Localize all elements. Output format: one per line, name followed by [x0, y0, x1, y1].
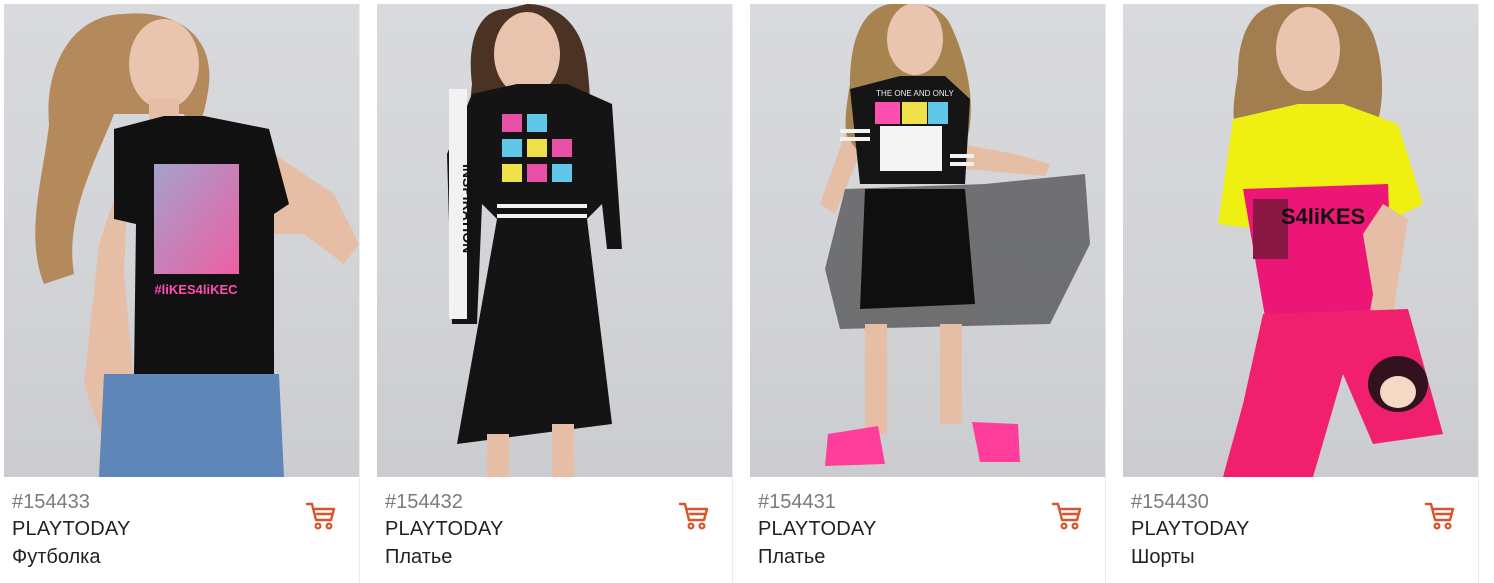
product-name[interactable]: Футболка [12, 543, 351, 571]
product-info: #154431 PLAYTODAY Платье [750, 477, 1105, 583]
product-sku: #154431 [758, 491, 836, 513]
product-card[interactable]: S4liKES #154430 PLAYTODAY Шорты [1123, 4, 1479, 583]
product-info: #154430 PLAYTODAY Шорты [1123, 477, 1478, 583]
shopping-cart-icon[interactable] [1051, 501, 1083, 531]
product-image[interactable]: S4liKES [1123, 4, 1478, 477]
product-card[interactable]: THE ONE AND ONLY #154431 PLAYTODAY Плать… [750, 4, 1106, 583]
product-sku: #154430 [1131, 491, 1209, 513]
product-image[interactable]: THE ONE AND ONLY [750, 4, 1105, 477]
product-brand[interactable]: PLAYTODAY [12, 515, 351, 543]
shopping-cart-icon[interactable] [305, 501, 337, 531]
print-text: #liKES4liKEC [154, 282, 238, 297]
product-grid: #liKES4liKEC #154433 PLAYTODAY Футболка [4, 4, 1480, 583]
product-image[interactable]: #liKES4liKEC [4, 4, 359, 477]
product-brand[interactable]: PLAYTODAY [758, 515, 1097, 543]
product-name[interactable]: Платье [758, 543, 1097, 571]
product-info: #154433 PLAYTODAY Футболка [4, 477, 359, 583]
print-text: INSPIRATION [460, 164, 476, 253]
product-name[interactable]: Платье [385, 543, 724, 571]
product-card[interactable]: INSPIRATION #154432 PLAYTODAY Платье [377, 4, 733, 583]
product-sku: #154432 [385, 491, 463, 513]
print-text: THE ONE AND ONLY [876, 89, 954, 98]
print-text: S4liKES [1281, 204, 1365, 229]
product-image[interactable]: INSPIRATION [377, 4, 732, 477]
product-info: #154432 PLAYTODAY Платье [377, 477, 732, 583]
shopping-cart-icon[interactable] [678, 501, 710, 531]
product-sku: #154433 [12, 491, 90, 513]
product-brand[interactable]: PLAYTODAY [385, 515, 724, 543]
product-brand[interactable]: PLAYTODAY [1131, 515, 1470, 543]
shopping-cart-icon[interactable] [1424, 501, 1456, 531]
product-name[interactable]: Шорты [1131, 543, 1470, 571]
product-card[interactable]: #liKES4liKEC #154433 PLAYTODAY Футболка [4, 4, 360, 583]
